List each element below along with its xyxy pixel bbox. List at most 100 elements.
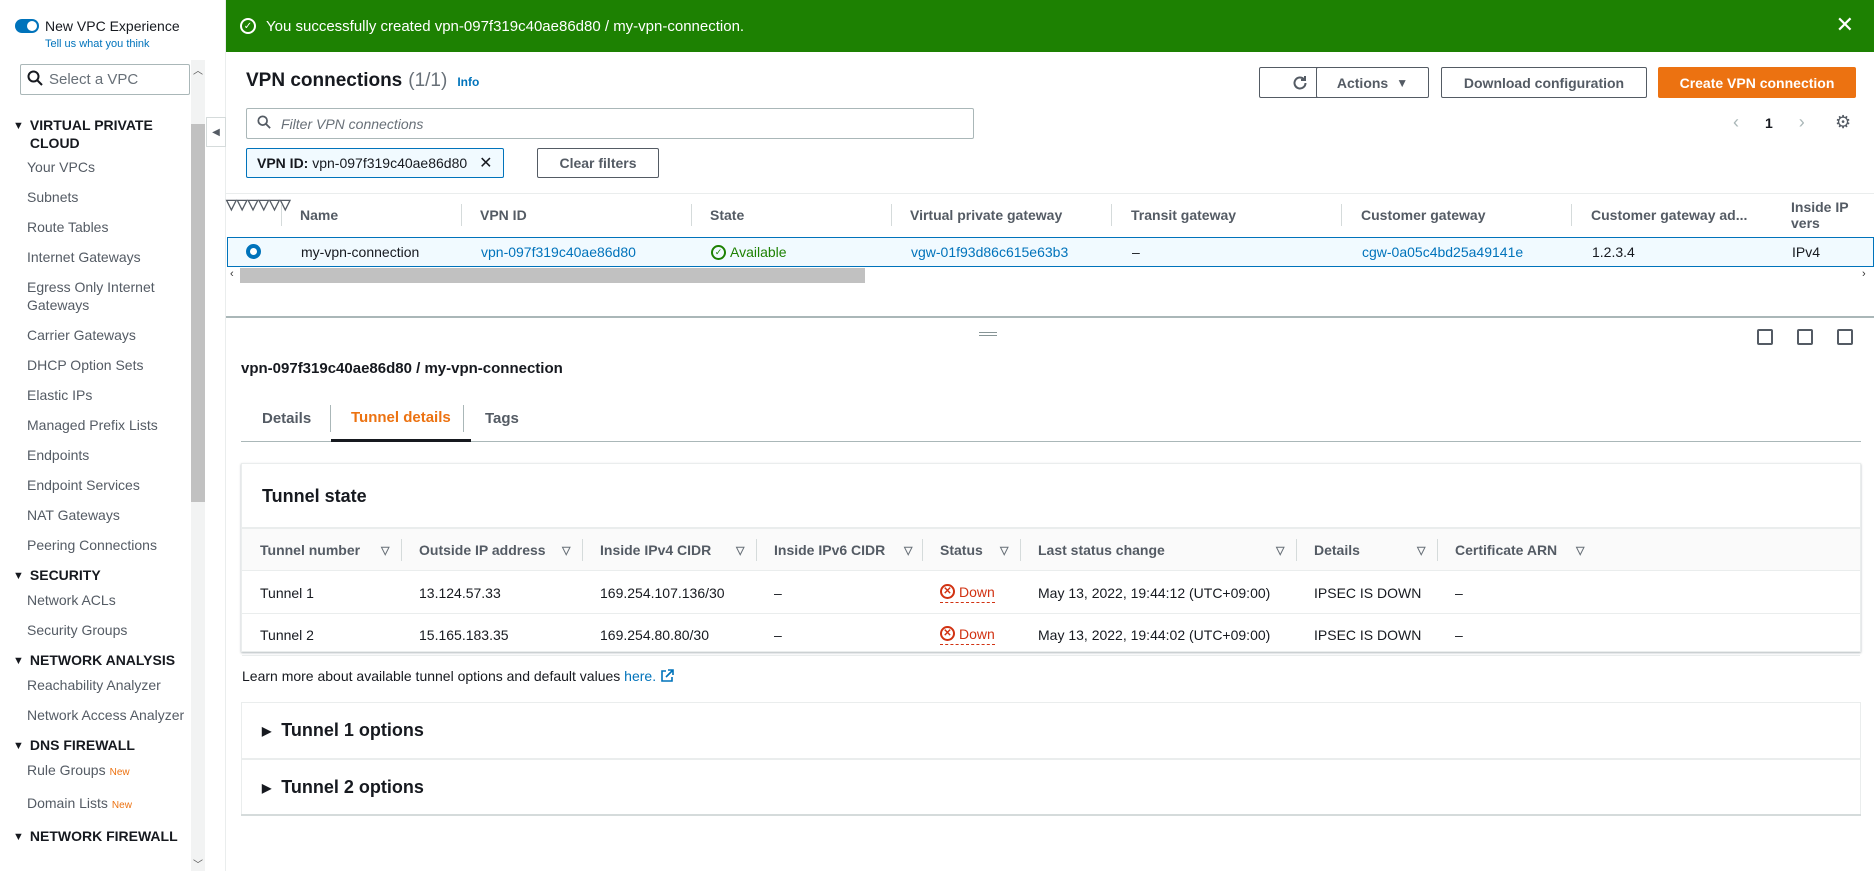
sidebar-item-endpoint-services[interactable]: Endpoint Services — [0, 476, 190, 494]
nav-section-header[interactable]: ▼ DNS FIREWALL — [0, 736, 190, 755]
sidebar-item-endpoints[interactable]: Endpoints — [0, 446, 190, 464]
info-link[interactable]: Info — [457, 75, 479, 89]
column-divider[interactable] — [922, 539, 923, 561]
table-row[interactable]: my-vpn-connection vpn-097f319c40ae86d80 ✓ A… — [227, 237, 1874, 267]
gear-icon[interactable]: ⚙ — [1835, 112, 1851, 133]
sidebar-item-managed-prefix-lists[interactable]: Managed Prefix Lists — [0, 416, 190, 434]
clear-filters-button[interactable]: Clear filters — [537, 148, 659, 178]
vpc-select[interactable]: Select a VPC — [20, 64, 190, 95]
column-header[interactable]: VPN ID — [480, 196, 527, 234]
sidebar-item-your-vpcs[interactable]: Your VPCs — [0, 158, 190, 176]
close-icon[interactable]: ✕ — [1836, 14, 1854, 36]
nav-section-header[interactable]: ▼ NETWORK ANALYSIS — [0, 651, 190, 670]
down-status[interactable]: ✕ Down — [940, 626, 995, 645]
row-radio-button[interactable] — [246, 244, 261, 259]
toggle-icon[interactable] — [15, 19, 39, 33]
column-divider[interactable] — [891, 204, 892, 226]
sidebar-item-nat-gateways[interactable]: NAT Gateways — [0, 506, 190, 524]
column-header[interactable]: Inside IPv6 CIDR — [774, 529, 885, 571]
column-divider[interactable] — [1341, 204, 1342, 226]
column-divider[interactable] — [401, 539, 402, 561]
vgw-link-text[interactable]: vgw-01f93d86c615e63b3 — [911, 244, 1068, 260]
cgw-link[interactable]: cgw-0a05c4bd25a49141e — [1362, 238, 1523, 266]
sort-caret-icon[interactable]: ▽ — [237, 196, 248, 212]
tab-tunnel-details[interactable]: Tunnel details — [331, 395, 471, 442]
sort-caret-icon[interactable]: ▽ — [1276, 529, 1284, 571]
split-panel-divider[interactable] — [226, 316, 1874, 318]
column-header[interactable]: Transit gateway — [1131, 196, 1236, 234]
vpn-id-link[interactable]: vpn-097f319c40ae86d80 — [481, 238, 636, 266]
sort-caret-icon[interactable]: ▽ — [562, 529, 570, 571]
sort-caret-icon[interactable]: ▽ — [1417, 529, 1425, 571]
scroll-up-icon[interactable]: ︿ — [193, 62, 203, 77]
column-header[interactable]: Inside IPv4 CIDR — [600, 529, 711, 571]
sidebar-item-dhcp-option-sets[interactable]: DHCP Option Sets — [0, 356, 190, 374]
column-header[interactable]: Customer gateway ad... — [1591, 196, 1747, 234]
column-header[interactable]: Outside IP address — [419, 529, 546, 571]
column-divider[interactable] — [1571, 204, 1572, 226]
actions-button[interactable]: Actions ▼ — [1316, 67, 1429, 98]
sidebar-item-route-tables[interactable]: Route Tables — [0, 218, 190, 236]
download-configuration-button[interactable]: Download configuration — [1441, 67, 1647, 98]
column-header[interactable]: Tunnel number — [260, 529, 360, 571]
tunnel-1-options-expander[interactable]: ▶ Tunnel 1 options — [241, 702, 1861, 759]
previous-page-icon[interactable]: ‹ — [1733, 112, 1739, 133]
column-divider[interactable] — [1111, 204, 1112, 226]
sort-caret-icon[interactable]: ▽ — [269, 196, 280, 212]
sidebar-item-reachability-analyzer[interactable]: Reachability Analyzer — [0, 676, 190, 694]
scroll-down-icon[interactable]: ﹀ — [193, 856, 203, 871]
vpn-id-link-text[interactable]: vpn-097f319c40ae86d80 — [481, 244, 636, 260]
column-header[interactable]: Inside IP vers — [1791, 196, 1874, 234]
column-header[interactable]: Certificate ARN — [1455, 529, 1557, 571]
tab-tags[interactable]: Tags — [485, 395, 519, 442]
scroll-right-icon[interactable]: › — [1862, 268, 1866, 280]
column-divider[interactable] — [281, 204, 282, 226]
column-header[interactable]: Last status change — [1038, 529, 1165, 571]
collapse-sidebar-button[interactable]: ◀ — [206, 117, 226, 147]
sidebar-item-domain-lists[interactable]: Domain Lists New — [0, 794, 190, 815]
create-vpn-connection-button[interactable]: Create VPN connection — [1658, 67, 1856, 98]
column-header[interactable]: Virtual private gateway — [910, 196, 1062, 234]
column-header[interactable]: Name — [300, 196, 338, 234]
remove-token-icon[interactable]: ✕ — [479, 153, 492, 173]
sort-caret-icon[interactable]: ▽ — [381, 529, 389, 571]
column-header[interactable]: Customer gateway — [1361, 196, 1485, 234]
sort-caret-icon[interactable]: ▽ — [1000, 529, 1008, 571]
horizontal-scrollbar-thumb[interactable] — [240, 268, 865, 283]
filter-input[interactable]: Filter VPN connections — [246, 108, 974, 139]
bottom-layout-icon[interactable] — [1757, 329, 1773, 345]
sidebar-item-egress-only-internet-gateways[interactable]: Egress Only Internet Gateways — [0, 278, 190, 314]
sidebar-item-peering-connections[interactable]: Peering Connections — [0, 536, 190, 554]
nav-section-header[interactable]: ▼ SECURITY — [0, 566, 190, 585]
sidebar-item-security-groups[interactable]: Security Groups — [0, 621, 190, 639]
sort-caret-icon[interactable]: ▽ — [258, 196, 269, 212]
column-header[interactable]: Details — [1314, 529, 1360, 571]
nav-section-header[interactable]: ▼ VIRTUAL PRIVATE CLOUD — [0, 116, 190, 152]
sidebar-scrollbar-thumb[interactable] — [191, 124, 205, 502]
down-status[interactable]: ✕ Down — [940, 584, 995, 603]
vgw-link[interactable]: vgw-01f93d86c615e63b3 — [911, 238, 1068, 266]
column-divider[interactable] — [1437, 539, 1438, 561]
column-header[interactable]: Status — [940, 529, 983, 571]
side-layout-icon[interactable] — [1797, 329, 1813, 345]
sort-caret-icon[interactable]: ▽ — [226, 196, 237, 212]
column-divider[interactable] — [756, 539, 757, 561]
next-page-icon[interactable]: › — [1799, 112, 1805, 133]
cgw-link-text[interactable]: cgw-0a05c4bd25a49141e — [1362, 244, 1523, 260]
sort-caret-icon[interactable]: ▽ — [904, 529, 912, 571]
sort-caret-icon[interactable]: ▽ — [248, 196, 259, 212]
scroll-left-icon[interactable]: ‹ — [230, 268, 234, 280]
column-divider[interactable] — [461, 204, 462, 226]
tunnel-2-options-expander[interactable]: ▶ Tunnel 2 options — [241, 759, 1861, 816]
sidebar-item-network-acls[interactable]: Network ACLs — [0, 591, 190, 609]
sidebar-item-internet-gateways[interactable]: Internet Gateways — [0, 248, 190, 266]
resize-handle-icon[interactable] — [979, 332, 997, 336]
column-divider[interactable] — [582, 539, 583, 561]
sidebar-item-network-access-analyzer[interactable]: Network Access Analyzer — [0, 706, 190, 724]
column-divider[interactable] — [691, 204, 692, 226]
column-header[interactable]: State — [710, 196, 744, 234]
sidebar-item-rule-groups[interactable]: Rule Groups New — [0, 761, 190, 782]
current-page[interactable]: 1 — [1765, 115, 1773, 131]
sort-caret-icon[interactable]: ▽ — [1576, 529, 1584, 571]
new-vpc-experience-toggle[interactable]: New VPC Experience — [15, 18, 180, 34]
